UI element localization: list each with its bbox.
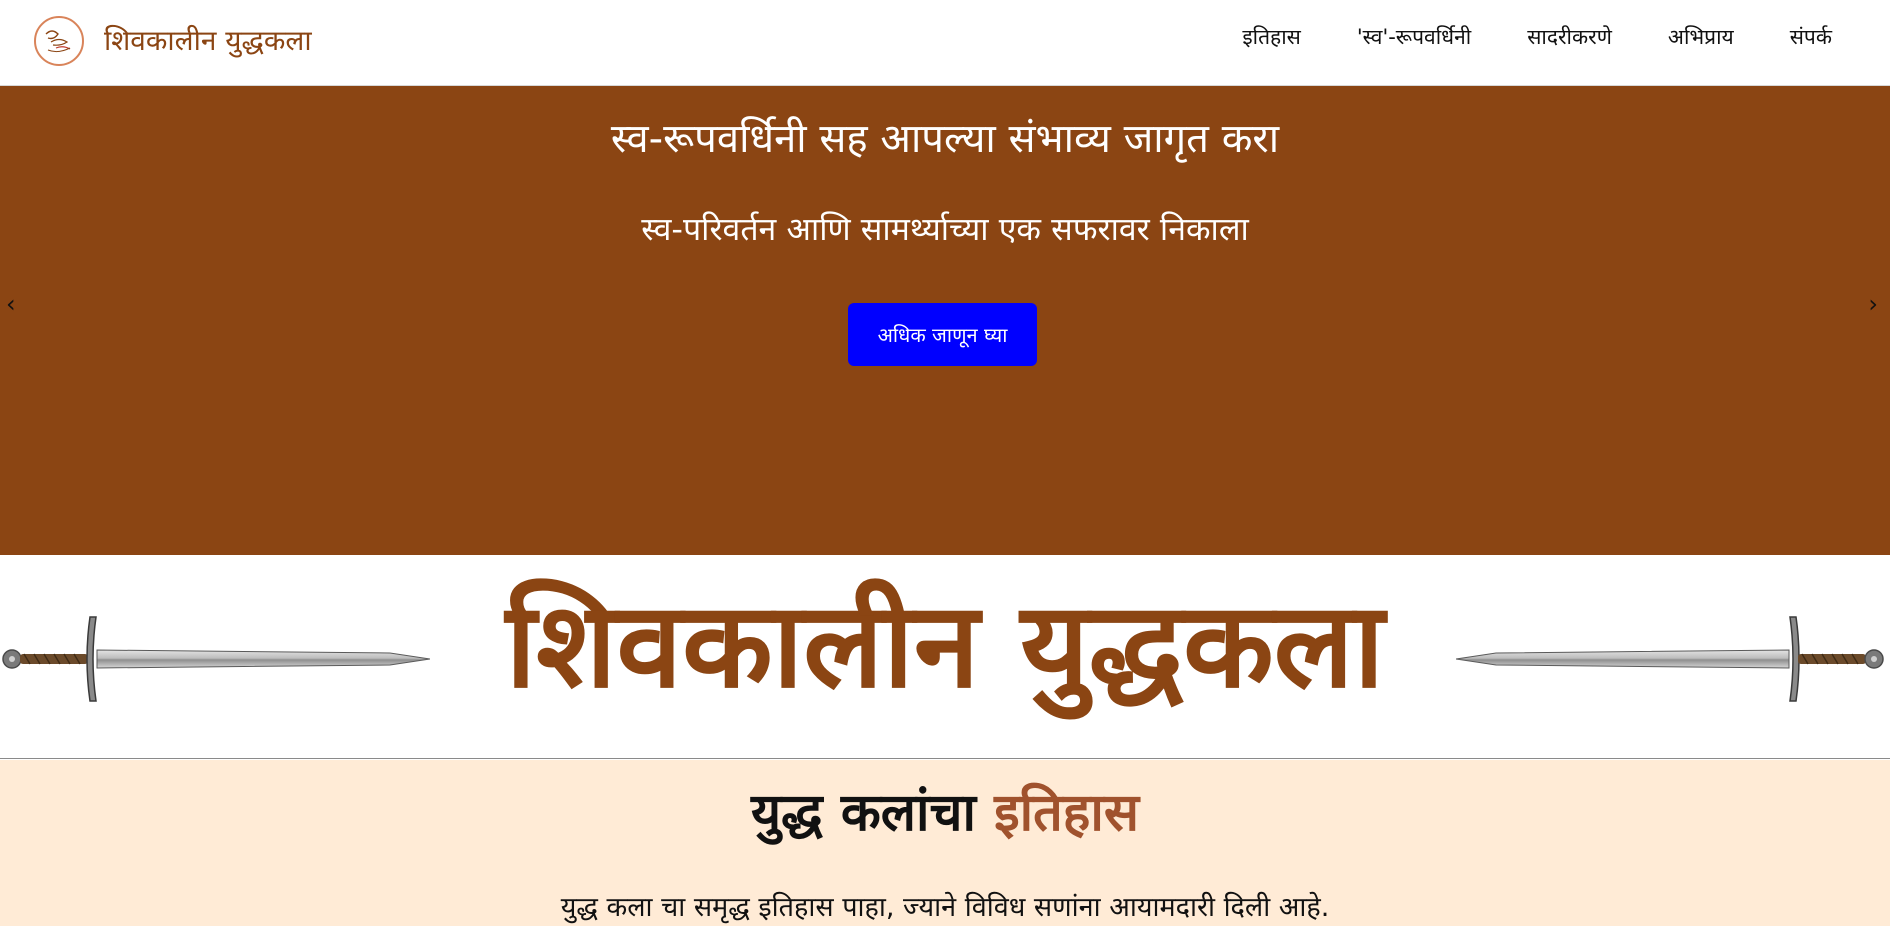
nav-link-contact[interactable]: संपर्क <box>1790 23 1832 51</box>
history-section: युद्ध कलांचा इतिहास युद्ध कला चा समृद्ध … <box>0 760 1890 926</box>
nav-links: इतिहास 'स्व'-रूपवर्धिनी सादरीकरणे अभिप्र… <box>1242 20 1832 54</box>
logo-icon[interactable] <box>34 16 84 66</box>
hero-subtitle: स्व-परिवर्तन आणि सामर्थ्याच्या एक सफरावर… <box>641 210 1249 248</box>
history-heading-main: युद्ध कलांचा <box>751 783 995 843</box>
hero-title: स्व-रूपवर्धिनी सह आपल्या संभाव्य जागृत क… <box>610 116 1280 162</box>
learn-more-button[interactable]: अधिक जाणून घ्या <box>848 303 1037 366</box>
carousel-next-icon[interactable]: › <box>1868 292 1878 316</box>
nav-link-performances[interactable]: सादरीकरणे <box>1527 23 1612 51</box>
nav-link-history[interactable]: इतिहास <box>1242 23 1301 51</box>
nav-link-testimonials[interactable]: अभिप्राय <box>1668 23 1734 51</box>
brand-title[interactable]: शिवकालीन युद्धकला <box>104 27 312 55</box>
navbar: शिवकालीन युद्धकला इतिहास 'स्व'-रूपवर्धिन… <box>0 0 1890 86</box>
carousel-prev-icon[interactable]: ‹ <box>6 292 16 316</box>
nav-link-swaroopvardhini[interactable]: 'स्व'-रूपवर्धिनी <box>1357 23 1471 51</box>
sword-icon <box>1456 616 1884 702</box>
history-heading: युद्ध कलांचा इतिहास <box>0 782 1890 844</box>
title-banner: शिवकालीन युद्धकला <box>0 555 1890 759</box>
hero-carousel: ‹ स्व-रूपवर्धिनी सह आपल्या संभाव्य जागृत… <box>0 86 1890 555</box>
history-text: युद्ध कला चा समृद्ध इतिहास पाहा, ज्याने … <box>560 892 1330 923</box>
brand[interactable]: शिवकालीन युद्धकला <box>34 15 312 67</box>
history-heading-accent: इतिहास <box>994 783 1139 843</box>
